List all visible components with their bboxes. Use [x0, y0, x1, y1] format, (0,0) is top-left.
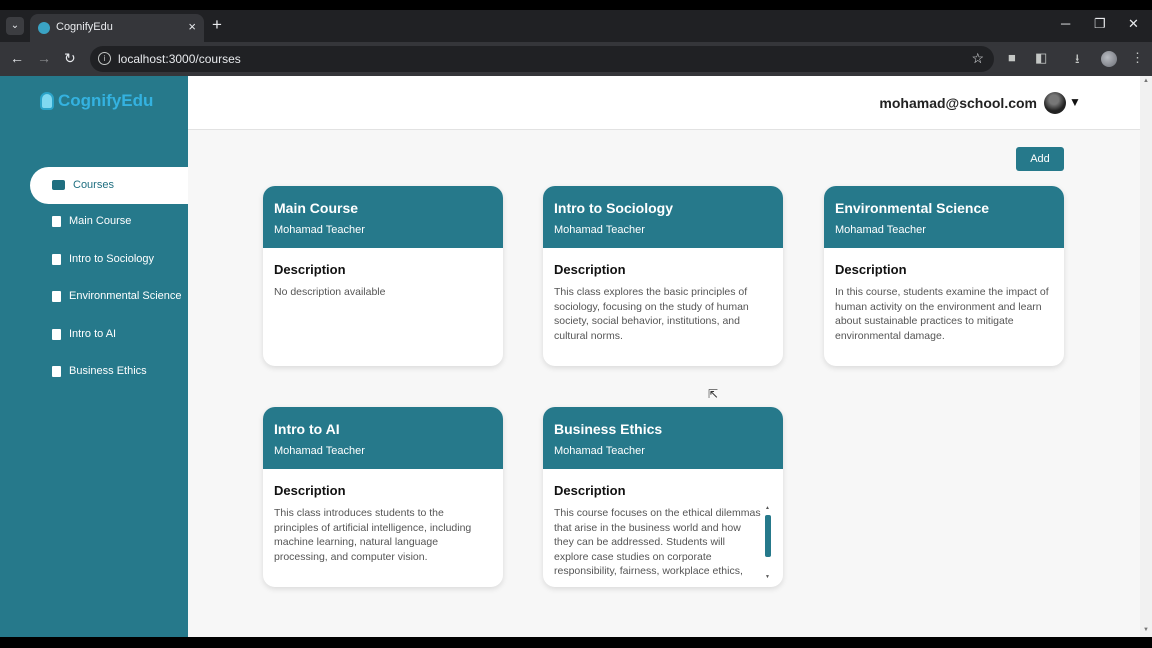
course-card[interactable]: Intro to AI Mohamad Teacher Description …: [263, 407, 503, 587]
course-teacher: Mohamad Teacher: [274, 224, 365, 236]
user-avatar[interactable]: [1044, 92, 1066, 114]
forward-icon[interactable]: →: [37, 50, 51, 66]
tab-search-icon[interactable]: ⌄: [6, 17, 24, 35]
description-heading: Description: [274, 483, 346, 498]
url-text[interactable]: localhost:3000/courses: [118, 52, 241, 66]
sidebar-item-label: Environmental Science: [69, 290, 182, 302]
card-header: Main Course Mohamad Teacher: [263, 186, 503, 248]
course-teacher: Mohamad Teacher: [554, 445, 645, 457]
profile-avatar-icon[interactable]: [1101, 51, 1117, 67]
description-heading: Description: [554, 483, 626, 498]
site-info-icon[interactable]: i: [98, 52, 111, 65]
description-heading: Description: [554, 262, 626, 277]
card-header: Business Ethics Mohamad Teacher: [543, 407, 783, 469]
extensions-icon[interactable]: ◧: [1035, 50, 1047, 66]
top-header: mohamad@school.com ▼: [188, 76, 1140, 130]
favicon-icon: [38, 22, 50, 34]
course-title: Business Ethics: [554, 421, 663, 437]
course-description: This class explores the basic principles…: [554, 286, 749, 342]
book-icon: [52, 254, 61, 265]
course-title: Main Course: [274, 200, 359, 216]
course-teacher: Mohamad Teacher: [835, 224, 926, 236]
sidebar-item-label: Intro to Sociology: [69, 253, 154, 265]
browser-tab-bar: ⌄ CognifyEdu × + ─ ❐ ✕: [0, 10, 1152, 42]
card-header: Intro to AI Mohamad Teacher: [263, 407, 503, 469]
book-icon: [52, 329, 61, 340]
sidebar-item-label: Main Course: [69, 215, 132, 227]
page-scrollbar[interactable]: ▲ ▼: [1140, 76, 1152, 637]
course-description: In this course, students examine the imp…: [835, 286, 1049, 342]
sidebar-item-label: Courses: [73, 179, 114, 191]
book-icon: [52, 366, 61, 377]
browser-menu-icon[interactable]: ⋮: [1131, 50, 1144, 66]
sidebar-item-intro-to-sociology[interactable]: Intro to Sociology: [52, 250, 182, 270]
scroll-up-icon[interactable]: ▲: [765, 505, 770, 511]
book-icon: [52, 216, 61, 227]
new-tab-icon[interactable]: +: [212, 15, 222, 35]
tab-close-icon[interactable]: ×: [188, 19, 196, 34]
sidebar-item-environmental-science[interactable]: Environmental Science: [52, 287, 182, 307]
card-header: Intro to Sociology Mohamad Teacher: [543, 186, 783, 248]
course-description: This class introduces students to the pr…: [274, 507, 472, 563]
scroll-down-icon[interactable]: ▼: [765, 574, 770, 580]
course-description[interactable]: This course focuses on the ethical dilem…: [554, 506, 762, 580]
courses-icon: [52, 180, 65, 190]
course-title: Environmental Science: [835, 200, 990, 216]
sidebar-item-intro-to-ai[interactable]: Intro to AI: [52, 325, 182, 345]
brain-logo-icon: [40, 92, 54, 110]
add-course-button[interactable]: Add: [1016, 147, 1064, 171]
back-icon[interactable]: ←: [10, 50, 24, 66]
course-title: Intro to AI: [274, 421, 340, 437]
sidebar-item-main-course[interactable]: Main Course: [52, 212, 182, 232]
course-card[interactable]: Environmental Science Mohamad Teacher De…: [824, 186, 1064, 366]
course-teacher: Mohamad Teacher: [554, 224, 645, 236]
tab-title: CognifyEdu: [56, 21, 113, 33]
book-icon: [52, 291, 61, 302]
sidebar-item-courses[interactable]: Courses: [30, 167, 188, 204]
mouse-cursor-icon: ⇱: [708, 387, 719, 401]
course-card[interactable]: Intro to Sociology Mohamad Teacher Descr…: [543, 186, 783, 366]
course-title: Intro to Sociology: [554, 200, 673, 216]
course-card[interactable]: Business Ethics Mohamad Teacher Descript…: [543, 407, 783, 587]
download-icon[interactable]: ⭳: [1075, 50, 1080, 72]
sidebar-item-label: Intro to AI: [69, 328, 117, 340]
browser-tab[interactable]: CognifyEdu ×: [30, 14, 204, 42]
course-card[interactable]: Main Course Mohamad Teacher Description …: [263, 186, 503, 366]
app-logo[interactable]: CognifyEdu: [40, 91, 153, 111]
description-scrollbar[interactable]: ▲ ▼: [765, 505, 771, 581]
reload-icon[interactable]: ↻: [64, 50, 76, 67]
sidebar-item-label: Business Ethics: [69, 365, 147, 377]
logo-text: CognifyEdu: [58, 91, 154, 110]
page-scroll-down-icon[interactable]: ▼: [1143, 627, 1149, 633]
window-close-icon[interactable]: ✕: [1128, 16, 1139, 32]
page-scroll-up-icon[interactable]: ▲: [1143, 78, 1149, 84]
browser-toolbar: ← → ↻ i localhost:3000/courses ☆ ■ ◧ ⭳ ⋮: [0, 42, 1152, 76]
camera-icon[interactable]: ■: [1008, 50, 1016, 65]
restore-icon[interactable]: ❐: [1094, 16, 1106, 32]
course-teacher: Mohamad Teacher: [274, 445, 365, 457]
screen: ⌄ CognifyEdu × + ─ ❐ ✕ ← → ↻ i localhost…: [0, 0, 1152, 648]
web-page: CognifyEdu Courses Main Course Intro to …: [0, 76, 1140, 637]
user-email: mohamad@school.com: [879, 95, 1037, 111]
scrollbar-thumb[interactable]: [765, 515, 771, 557]
address-bar[interactable]: i localhost:3000/courses ☆: [90, 46, 994, 72]
account-dropdown-icon[interactable]: ▼: [1069, 95, 1081, 109]
sidebar: CognifyEdu Courses Main Course Intro to …: [0, 76, 188, 637]
bookmark-star-icon[interactable]: ☆: [971, 50, 984, 67]
card-header: Environmental Science Mohamad Teacher: [824, 186, 1064, 248]
sidebar-item-business-ethics[interactable]: Business Ethics: [52, 362, 182, 382]
description-heading: Description: [274, 262, 346, 277]
course-description: No description available: [274, 286, 386, 298]
minimize-icon[interactable]: ─: [1061, 16, 1070, 31]
description-heading: Description: [835, 262, 907, 277]
